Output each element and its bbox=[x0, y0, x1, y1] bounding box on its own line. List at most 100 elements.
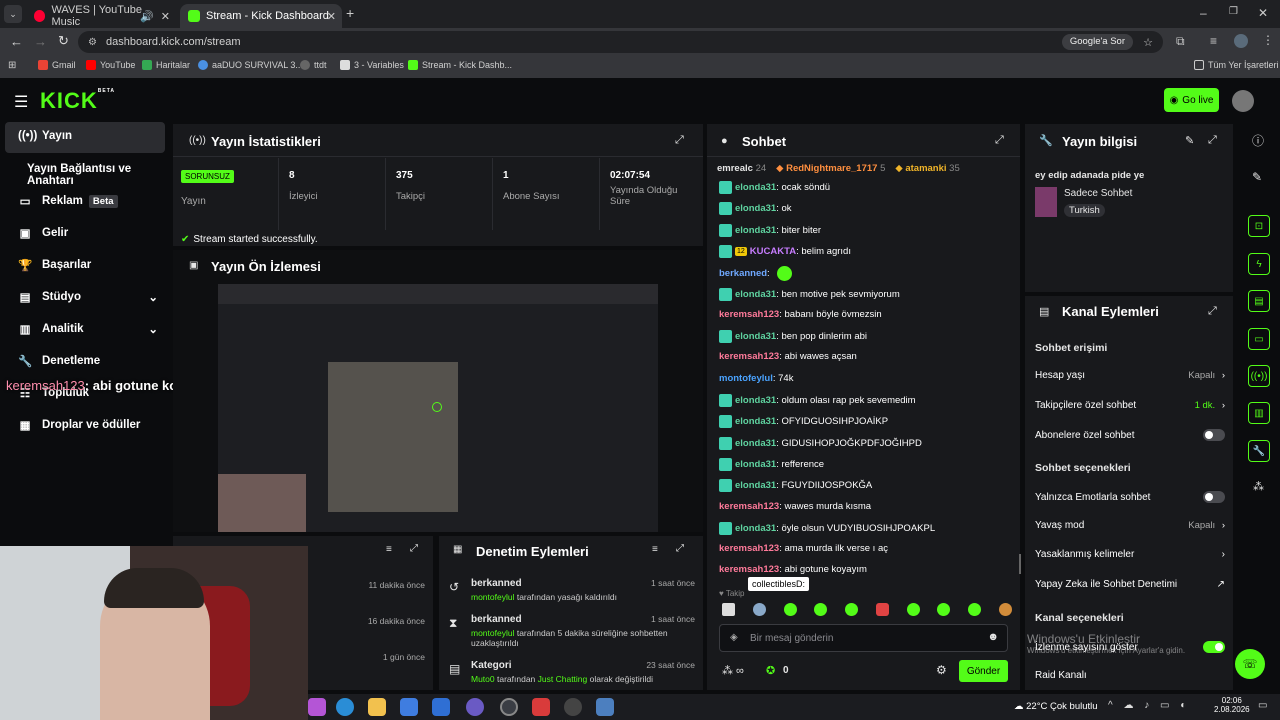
back-icon[interactable]: ← bbox=[10, 34, 23, 49]
chat-input[interactable]: ◈ Bir mesaj gönderin ☻ bbox=[719, 624, 1008, 652]
setting-emote-only[interactable]: Yalnızca Emotlarla sohbet bbox=[1035, 491, 1225, 503]
chat-username[interactable]: elonda31 bbox=[735, 331, 776, 342]
setting-account-age[interactable]: Hesap yaşı Kapalı › bbox=[1035, 370, 1225, 381]
user-avatar[interactable] bbox=[1232, 90, 1254, 112]
bookmark-maps[interactable]: Haritalar bbox=[142, 60, 190, 70]
all-bookmarks[interactable]: Tüm Yer İşaretleri bbox=[1194, 60, 1279, 70]
expand-icon[interactable]: ⤢ bbox=[410, 543, 418, 554]
edit-icon[interactable]: ✎ bbox=[1185, 134, 1194, 147]
rail-button-wrench-icon[interactable]: 🔧 bbox=[1248, 440, 1270, 462]
chat-username[interactable]: elonda31 bbox=[735, 225, 776, 236]
minimize-button[interactable]: – bbox=[1200, 6, 1207, 20]
chat-username[interactable]: elonda31 bbox=[735, 182, 776, 193]
rail-button-panel-icon[interactable]: ▥ bbox=[1248, 402, 1270, 424]
setting-raid-channel[interactable]: Raid Kanalı bbox=[1035, 670, 1225, 681]
extensions-icon[interactable]: ⧉ bbox=[1176, 34, 1185, 49]
chat-username[interactable]: elonda31 bbox=[735, 480, 776, 491]
emote-only-toggle[interactable] bbox=[1203, 491, 1225, 503]
sidebar-item-stream-key[interactable]: Yayın Bağlantısı ve Anahtarı bbox=[27, 163, 170, 187]
media-control-icon[interactable]: ≡ bbox=[1210, 34, 1217, 48]
chat-username[interactable]: elonda31 bbox=[735, 203, 776, 214]
sidebar-item-revenue[interactable]: ▣ Gelir bbox=[18, 226, 69, 240]
emote-icon[interactable] bbox=[722, 603, 735, 616]
edge-icon[interactable] bbox=[336, 698, 354, 716]
emote-icon[interactable] bbox=[998, 603, 1012, 616]
community-icon[interactable]: ⁂ bbox=[1253, 480, 1264, 493]
bookmark-youtube[interactable]: YouTube bbox=[86, 60, 135, 70]
bookmark-ttdt[interactable]: ttdt bbox=[300, 60, 327, 70]
sidebar-item-stream[interactable]: ((•)) Yayın bbox=[18, 130, 72, 142]
app-icon-lens[interactable] bbox=[564, 698, 582, 716]
rail-button-chat-icon[interactable]: ▭ bbox=[1248, 328, 1270, 350]
chat-username[interactable]: elonda31 bbox=[735, 459, 776, 470]
chrome-icon[interactable] bbox=[500, 698, 518, 716]
chat-username[interactable]: keremsah123 bbox=[719, 564, 779, 575]
sidebar-item-ads[interactable]: ▭ Reklam Beta bbox=[18, 194, 118, 208]
address-bar[interactable]: ⚙ dashboard.kick.com/stream Google'a Sor… bbox=[78, 31, 1163, 53]
bookmark-gmail[interactable]: Gmail bbox=[38, 60, 76, 70]
bookmark-star-icon[interactable]: ☆ bbox=[1143, 36, 1153, 49]
store-icon[interactable] bbox=[400, 698, 418, 716]
close-icon[interactable]: ✕ bbox=[161, 10, 170, 23]
file-explorer-icon[interactable] bbox=[368, 698, 386, 716]
expand-icon[interactable]: ⤢ bbox=[1208, 305, 1217, 318]
notification-icon[interactable]: ▭ bbox=[1258, 700, 1267, 711]
app-icon-blue[interactable] bbox=[596, 698, 614, 716]
kick-logo[interactable]: KICKBETA bbox=[40, 88, 115, 114]
site-info-icon[interactable]: ⚙ bbox=[88, 37, 97, 48]
stream-preview-video[interactable] bbox=[218, 284, 658, 532]
chat-username[interactable]: elonda31 bbox=[735, 523, 776, 534]
tab-kick-dashboard[interactable]: Stream - Kick Dashboard ✕ bbox=[180, 4, 342, 28]
emote-icon[interactable] bbox=[814, 603, 828, 616]
mail-icon[interactable] bbox=[432, 698, 450, 716]
setting-banned-words[interactable]: Yasaklanmış kelimeler › bbox=[1035, 549, 1225, 560]
emote-icon[interactable] bbox=[875, 603, 889, 616]
chat-username[interactable]: elonda31 bbox=[735, 289, 776, 300]
weather-widget[interactable]: ☁ 22°C Çok bulutlu bbox=[1014, 701, 1098, 712]
chat-username[interactable]: elonda31 bbox=[735, 395, 776, 406]
rail-button-target-icon[interactable]: ⊡ bbox=[1248, 215, 1270, 237]
forward-icon[interactable]: → bbox=[34, 34, 47, 49]
rail-button-bolt-icon[interactable]: ϟ bbox=[1248, 253, 1270, 275]
setting-followers-only[interactable]: Takipçilere özel sohbet 1 dk. › bbox=[1035, 400, 1225, 411]
chat-username[interactable]: montofeylul bbox=[719, 373, 773, 384]
chat-tools-icon[interactable]: ⁂ ∞ bbox=[722, 664, 744, 677]
close-icon[interactable]: ✕ bbox=[327, 10, 336, 23]
tab-search-button[interactable]: ⌄ bbox=[4, 5, 22, 23]
bookmark-kick[interactable]: Stream - Kick Dashb... bbox=[408, 60, 512, 70]
show-viewers-toggle[interactable] bbox=[1203, 641, 1225, 653]
send-button[interactable]: Gönder bbox=[959, 660, 1008, 682]
emote-icon[interactable] bbox=[906, 603, 920, 616]
tab-youtube-music[interactable]: WAVES | YouTube Music 🔊 ✕ bbox=[26, 4, 176, 28]
chat-settings-icon[interactable]: ⚙ bbox=[936, 663, 947, 677]
emote-icon[interactable] bbox=[937, 603, 951, 616]
rail-button-clipboard-icon[interactable]: ▤ bbox=[1248, 290, 1270, 312]
emote-icon[interactable] bbox=[783, 603, 797, 616]
chat-username[interactable]: berkanned bbox=[719, 268, 767, 279]
filter-icon[interactable]: ≡ bbox=[386, 544, 392, 555]
bookmark-variables[interactable]: 3 - Variables bbox=[340, 60, 404, 70]
subscribers-only-toggle[interactable] bbox=[1203, 429, 1225, 441]
expand-icon[interactable]: ⤢ bbox=[675, 134, 684, 147]
filter-icon[interactable]: ≡ bbox=[652, 544, 658, 555]
setting-ai-moderation[interactable]: Yapay Zeka ile Sohbet Denetimi ↗ bbox=[1035, 579, 1225, 590]
expand-icon[interactable]: ⤢ bbox=[995, 134, 1004, 147]
emote-icon[interactable] bbox=[845, 603, 859, 616]
emote-icon[interactable] bbox=[968, 603, 982, 616]
window-close-button[interactable]: ✕ bbox=[1258, 6, 1268, 20]
chat-username[interactable]: elonda31 bbox=[735, 438, 776, 449]
browser-menu-icon[interactable]: ⋮ bbox=[1262, 33, 1274, 47]
hamburger-menu-icon[interactable]: ☰ bbox=[14, 92, 28, 112]
expand-icon[interactable]: ⤢ bbox=[1208, 134, 1217, 147]
reload-icon[interactable]: ↻ bbox=[58, 33, 69, 49]
info-icon[interactable]: ⓘ bbox=[1252, 132, 1264, 149]
expand-icon[interactable]: ⤢ bbox=[676, 543, 684, 554]
setting-subscribers-only[interactable]: Abonelere özel sohbet bbox=[1035, 429, 1225, 441]
sidebar-item-analytics[interactable]: ▥ Analitik ⌄ bbox=[18, 322, 158, 336]
chat-username[interactable]: KUCAKTA bbox=[750, 246, 796, 257]
apps-grid-icon[interactable]: ⊞ bbox=[8, 60, 16, 71]
chat-username[interactable]: elonda31 bbox=[735, 416, 776, 427]
chat-scrollbar[interactable] bbox=[1019, 554, 1021, 574]
google-ask-chip[interactable]: Google'a Sor bbox=[1061, 34, 1133, 50]
support-chat-button[interactable]: ☏ bbox=[1235, 649, 1265, 679]
